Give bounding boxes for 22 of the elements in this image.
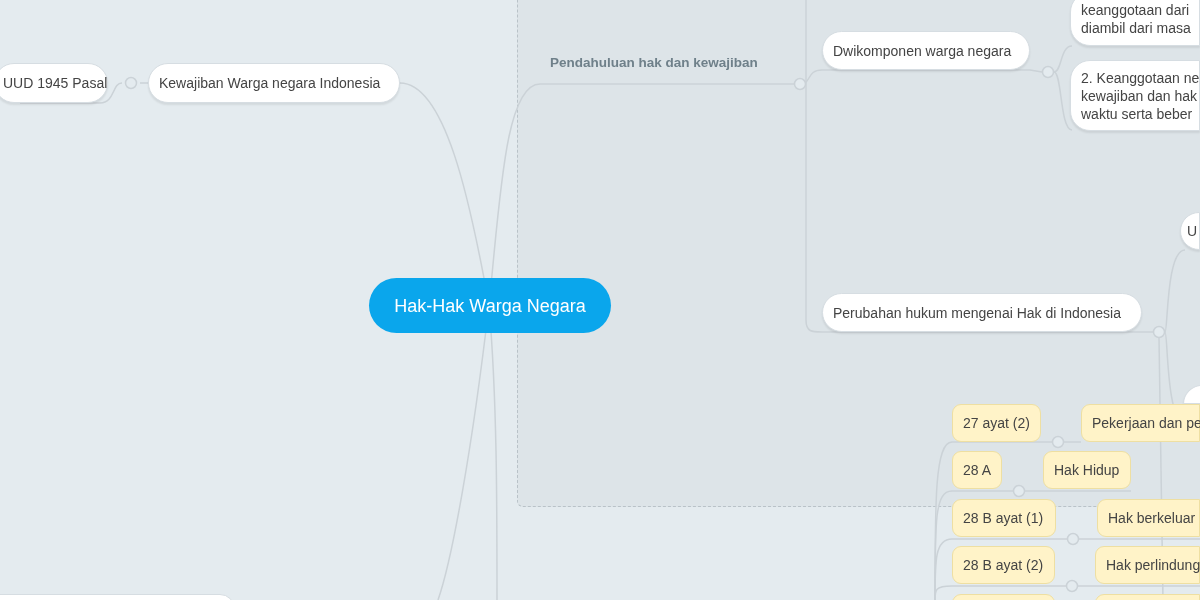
topic-node[interactable]: Perubahan hukum mengenai Hak di Indonesia (822, 293, 1142, 332)
topic-node[interactable]: 28 B ayat (2) (952, 546, 1055, 584)
topic-node[interactable]: 27 ayat (2) (952, 404, 1041, 442)
group-title: Pendahuluan hak dan kewajiban (550, 55, 758, 70)
topic-node[interactable]: UUD 1945 Pasal (0, 63, 108, 103)
topic-node[interactable]: Hak perlindung (1095, 546, 1200, 584)
connector-dot (1051, 435, 1065, 449)
connector-dot (1152, 325, 1166, 339)
topic-node[interactable]: 28 A (952, 451, 1002, 489)
topic-node[interactable]: keanggotaan dari diambil dari masa (1070, 0, 1200, 46)
connector-dot (793, 77, 807, 91)
connector-dot (1065, 579, 1079, 593)
topic-node[interactable]: 28 B ayat (1) (952, 499, 1056, 537)
connector-dot (124, 76, 138, 90)
topic-node[interactable]: Hak Hidup (1043, 451, 1131, 489)
topic-node[interactable]: Hak berkeluar (1097, 499, 1200, 537)
connector-dot (1012, 484, 1026, 498)
connector-dot (1041, 65, 1055, 79)
connector-dot (1066, 532, 1080, 546)
topic-node[interactable]: Dwikomponen warga negara (822, 31, 1030, 70)
topic-node[interactable]: 2. Keanggotaan ne kewajiban dan hak waktu serta beber (1070, 60, 1200, 131)
topic-node[interactable]: Kewajiban Warga negara Indonesia (148, 63, 400, 103)
